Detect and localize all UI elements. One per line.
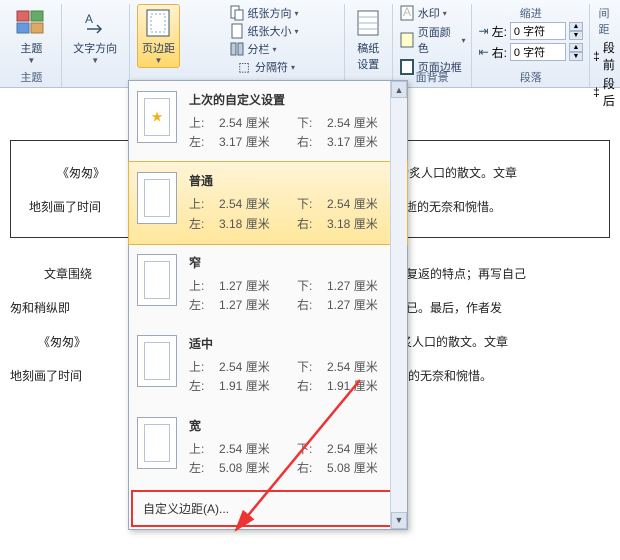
margin-preset-0[interactable]: 上次的自定义设置上:2.54 厘米下:2.54 厘米左:3.17 厘米右:3.1…: [129, 81, 407, 162]
breaks-button[interactable]: ⬚分隔符▾: [236, 58, 295, 76]
text-direction-label: 文字方向: [73, 40, 117, 56]
indent-left: ⇥左: ▲▼: [479, 22, 583, 40]
svg-text:A: A: [85, 12, 93, 26]
indent-left-input[interactable]: [510, 22, 566, 40]
size-button[interactable]: 纸张大小▾: [229, 22, 299, 40]
margins-dropdown: 上次的自定义设置上:2.54 厘米下:2.54 厘米左:3.17 厘米右:3.1…: [128, 80, 408, 530]
preset-thumb: [137, 172, 177, 224]
draft-button[interactable]: 稿纸 设置: [347, 4, 389, 75]
group-title-para: 段落: [472, 69, 589, 85]
margin-preset-4[interactable]: 宽上:2.54 厘米下:2.54 厘米左:5.08 厘米右:5.08 厘米: [129, 407, 407, 488]
custom-margins-button[interactable]: 自定义边距(A)...: [131, 490, 405, 527]
indent-right-input[interactable]: [510, 43, 566, 61]
text-direction-button[interactable]: A 文字方向 ▼: [68, 4, 122, 68]
watermark-button[interactable]: A水印▾: [399, 4, 466, 22]
spin-down[interactable]: ▼: [569, 31, 583, 40]
svg-text:A: A: [403, 5, 411, 19]
scroll-down[interactable]: ▼: [391, 512, 407, 529]
watermark-icon: A: [399, 5, 415, 21]
scroll-up[interactable]: ▲: [391, 81, 407, 98]
indent-right: ⇤右: ▲▼: [479, 43, 583, 61]
theme-icon: [15, 7, 47, 39]
draft-label: 稿纸 设置: [357, 40, 379, 72]
page-margins-label: 页边距: [142, 40, 175, 56]
text-direction-icon: A: [79, 7, 111, 39]
spacing-after[interactable]: ‡段后: [593, 74, 615, 110]
preset-title: 宽: [189, 417, 405, 434]
group-title-theme: 主题: [2, 69, 61, 85]
theme-label: 主题: [20, 40, 42, 56]
preset-thumb: [137, 254, 177, 306]
preset-title: 窄: [189, 254, 405, 271]
spin-down[interactable]: ▼: [569, 52, 583, 61]
preset-title: 适中: [189, 335, 405, 352]
preset-thumb: [137, 91, 177, 143]
indent-heading: 缩进: [520, 4, 542, 22]
chevron-down-icon: ▼: [154, 56, 162, 65]
preset-title: 上次的自定义设置: [189, 91, 405, 108]
size-icon: [229, 23, 245, 39]
preset-thumb: [137, 417, 177, 469]
page-margins-button[interactable]: 页边距 ▼: [137, 4, 180, 68]
spin-up[interactable]: ▲: [569, 22, 583, 31]
columns-icon: [229, 41, 245, 57]
orientation-button[interactable]: 纸张方向▾: [229, 4, 299, 22]
page-margins-icon: [142, 7, 174, 39]
margin-preset-1[interactable]: 普通上:2.54 厘米下:2.54 厘米左:3.18 厘米右:3.18 厘米: [128, 161, 408, 244]
spacing-before[interactable]: ‡段前: [593, 38, 615, 74]
orientation-icon: [229, 5, 245, 21]
spacing-heading: 间距: [596, 4, 612, 38]
scrollbar[interactable]: ▲ ▼: [390, 81, 407, 529]
preset-thumb: [137, 335, 177, 387]
breaks-icon: ⬚: [236, 59, 252, 75]
ribbon: 主题 ▼ 主题 A 文字方向 ▼ 页边距 ▼ 纸张方向▾ 纸张大小▾ 分栏▾ ⬚…: [0, 0, 620, 88]
columns-button[interactable]: 分栏▾: [229, 40, 299, 58]
chevron-down-icon: ▼: [27, 56, 35, 65]
preset-title: 普通: [189, 172, 405, 189]
pagecolor-icon: [399, 32, 415, 48]
margin-preset-2[interactable]: 窄上:1.27 厘米下:1.27 厘米左:1.27 厘米右:1.27 厘米: [129, 244, 407, 325]
draft-icon: [352, 7, 384, 39]
theme-button[interactable]: 主题 ▼: [10, 4, 52, 68]
margin-preset-3[interactable]: 适中上:2.54 厘米下:2.54 厘米左:1.91 厘米右:1.91 厘米: [129, 325, 407, 406]
spin-up[interactable]: ▲: [569, 43, 583, 52]
pagecolor-button[interactable]: 页面颜色▾: [399, 23, 466, 57]
chevron-down-icon: ▼: [91, 56, 99, 65]
